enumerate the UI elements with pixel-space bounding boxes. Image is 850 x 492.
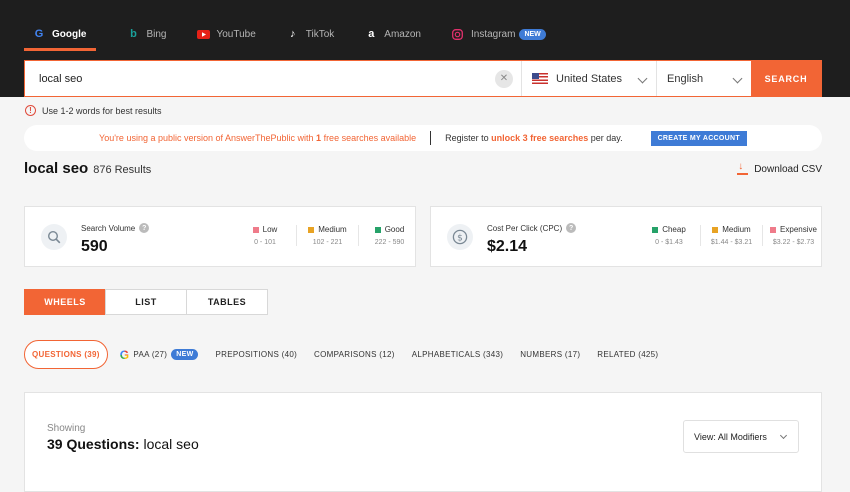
view-tabs: WHEELS LIST TABLES [24,289,268,315]
results-header: local seo 876 Results [24,160,151,177]
tab-label: Google [52,28,87,40]
promo-banner: You're using a public version of AnswerT… [24,125,822,151]
download-csv-button[interactable]: Download CSV [737,161,822,175]
chevron-down-icon [637,73,648,84]
tab-label: Instagram [470,28,516,40]
google-icon: G [119,347,130,362]
language-value: English [667,72,704,85]
modifiers-value: View: All Modifiers [694,431,767,442]
volume-label: Search Volume ? [81,223,150,233]
tab-questions[interactable]: QUESTIONS (39) [24,340,108,369]
tab-tables[interactable]: TABLES [186,289,268,315]
tab-instagram[interactable]: Instagram NEW [451,18,546,50]
hint-text: Use 1-2 words for best results [42,105,162,116]
panel-title: 39 Questions: local seo [47,436,199,452]
modifiers-select[interactable]: View: All Modifiers [683,420,799,453]
instagram-icon [451,27,465,41]
volume-value: 590 [81,238,108,255]
search-input[interactable] [25,61,495,96]
cpc-legend: Cheap 0 - $1.43 Medium $1.44 - $3.21 Exp… [638,225,824,246]
cpc-card: $ Cost Per Click (CPC) ? $2.14 Cheap 0 -… [430,206,822,267]
google-icon: G [34,28,44,40]
legend-expensive: Expensive $3.22 - $2.73 [762,225,824,246]
alert-icon: ! [25,105,36,116]
youtube-icon [196,27,210,41]
chevron-down-icon [779,431,788,440]
legend-low: Low 0 - 101 [252,225,278,246]
tab-label: Amazon [384,28,421,40]
help-icon[interactable]: ? [566,223,577,233]
download-icon [737,161,749,175]
results-panel: Showing 39 Questions: local seo View: Al… [24,392,822,492]
create-account-button[interactable]: CREATE MY ACCOUNT [650,130,747,146]
new-badge: NEW [171,349,199,360]
divider [430,131,432,145]
results-keyword: local seo [24,160,89,177]
legend-medium: Medium 102 - 221 [296,225,358,246]
search-hint: ! Use 1-2 words for best results [25,105,162,116]
tab-comparisons[interactable]: COMPARISONS (12) [314,350,395,359]
dollar-icon: $ [447,224,473,250]
chevron-down-icon [732,73,743,84]
tab-numbers[interactable]: NUMBERS (17) [520,350,580,359]
tab-alphabeticals[interactable]: ALPHABETICALS (343) [412,350,504,359]
help-icon[interactable]: ? [139,223,150,233]
tab-label: Bing [146,28,167,40]
us-flag-icon [532,73,548,84]
amazon-icon: a [368,28,375,40]
tab-paa[interactable]: G PAA (27) NEW [120,348,199,362]
engine-tabs: G Google b Bing YouTube ♪ TikTok a Amazo… [24,18,576,51]
tab-google[interactable]: G Google [24,18,97,51]
category-tabs: QUESTIONS (39) G PAA (27) NEW PREPOSITIO… [24,340,675,369]
new-badge: NEW [519,28,546,40]
tab-wheels[interactable]: WHEELS [24,289,106,315]
svg-text:$: $ [457,233,463,243]
tab-label: TikTok [305,28,335,40]
search-button[interactable]: SEARCH [751,61,821,96]
tab-tiktok[interactable]: ♪ TikTok [286,18,335,50]
search-bar: ✕ United States English SEARCH [24,60,822,97]
country-select[interactable]: United States [521,61,656,96]
bing-icon: b [130,28,137,40]
tab-bing[interactable]: b Bing [126,18,166,50]
results-count: 876 Results [93,164,152,176]
tab-related[interactable]: RELATED (425) [597,350,658,359]
clear-icon[interactable]: ✕ [495,69,513,88]
language-select[interactable]: English [656,61,751,96]
tab-amazon[interactable]: a Amazon [364,18,421,50]
tiktok-icon: ♪ [290,28,296,40]
volume-legend: Low 0 - 101 Medium 102 - 221 Good 222 - … [234,225,420,246]
search-chart-icon [41,224,67,250]
legend-medium: Medium $1.44 - $3.21 [700,225,762,246]
legend-cheap: Cheap 0 - $1.43 [638,225,700,246]
promo-register: Register to unlock 3 free searches per d… [445,133,623,143]
tab-youtube[interactable]: YouTube [196,18,256,50]
tab-prepositions[interactable]: PREPOSITIONS (40) [215,350,297,359]
cpc-value: $2.14 [487,238,528,255]
tab-label: YouTube [216,28,256,40]
country-value: United States [556,72,623,85]
legend-good: Good 222 - 590 [358,225,420,246]
download-label: Download CSV [754,164,822,175]
tab-list[interactable]: LIST [105,289,187,315]
showing-label: Showing [47,423,86,434]
cpc-label: Cost Per Click (CPC) ? [487,223,577,233]
promo-notice: You're using a public version of AnswerT… [99,133,417,143]
search-volume-card: Search Volume ? 590 Low 0 - 101 Medium 1… [24,206,416,267]
